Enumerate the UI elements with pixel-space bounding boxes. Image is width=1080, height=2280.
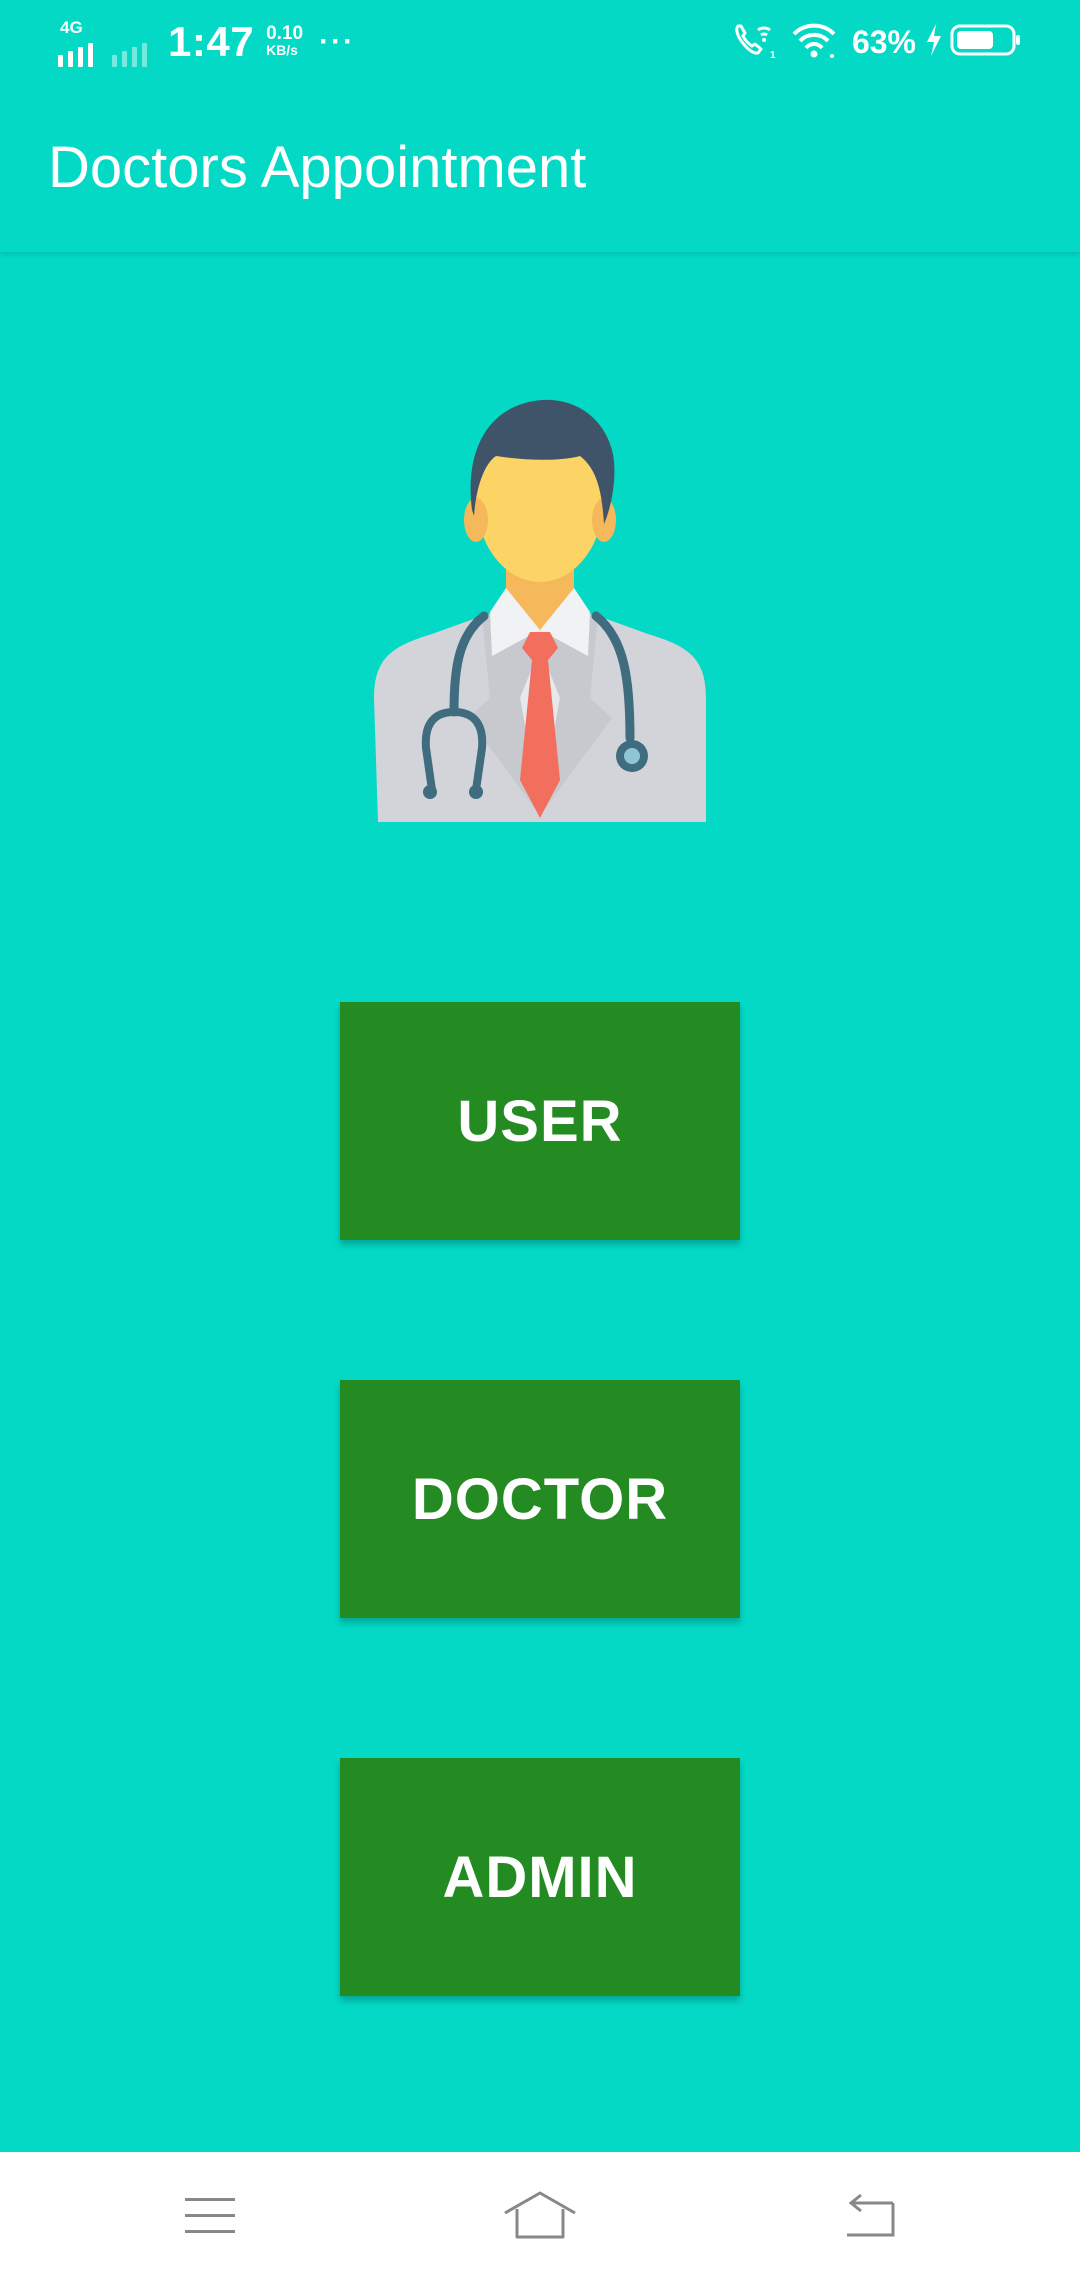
network-speed: 0.10 KB/s: [266, 23, 304, 59]
status-time: 1:47: [168, 18, 255, 65]
doctor-button[interactable]: DOCTOR: [340, 1380, 740, 1618]
status-bar: 4G 1:47 0.10 KB/s ··· 1 63%: [0, 0, 1080, 82]
page-title: Doctors Appointment: [48, 135, 587, 200]
svg-text:1: 1: [770, 50, 776, 60]
battery-icon: [950, 23, 1022, 62]
secondary-signal-icon: [112, 31, 152, 67]
navigation-bar: [0, 2152, 1080, 2280]
back-icon[interactable]: [820, 2180, 920, 2252]
charging-icon: [924, 22, 944, 63]
status-bar-right: 1 63%: [732, 14, 1022, 70]
wifi-call-icon: 1: [732, 20, 776, 65]
doctor-avatar-icon: [372, 398, 708, 822]
network-type-label: 4G: [60, 18, 83, 37]
battery-percent: 63%: [851, 23, 916, 60]
admin-button[interactable]: ADMIN: [340, 1758, 740, 1996]
network-speed-value: 0.10: [266, 23, 304, 44]
app-screen: 4G 1:47 0.10 KB/s ··· 1 63% Doctors Appo…: [0, 0, 1080, 2280]
menu-icon[interactable]: [160, 2180, 260, 2252]
status-bar-left: 4G 1:47 0.10 KB/s ···: [58, 14, 355, 70]
more-notifications-indicator: ···: [319, 25, 356, 58]
app-bar: Doctors Appointment: [0, 82, 1080, 252]
home-icon[interactable]: [490, 2180, 590, 2252]
user-button[interactable]: USER: [340, 1002, 740, 1240]
wifi-icon: [790, 20, 838, 65]
network-speed-unit: KB/s: [266, 42, 298, 58]
